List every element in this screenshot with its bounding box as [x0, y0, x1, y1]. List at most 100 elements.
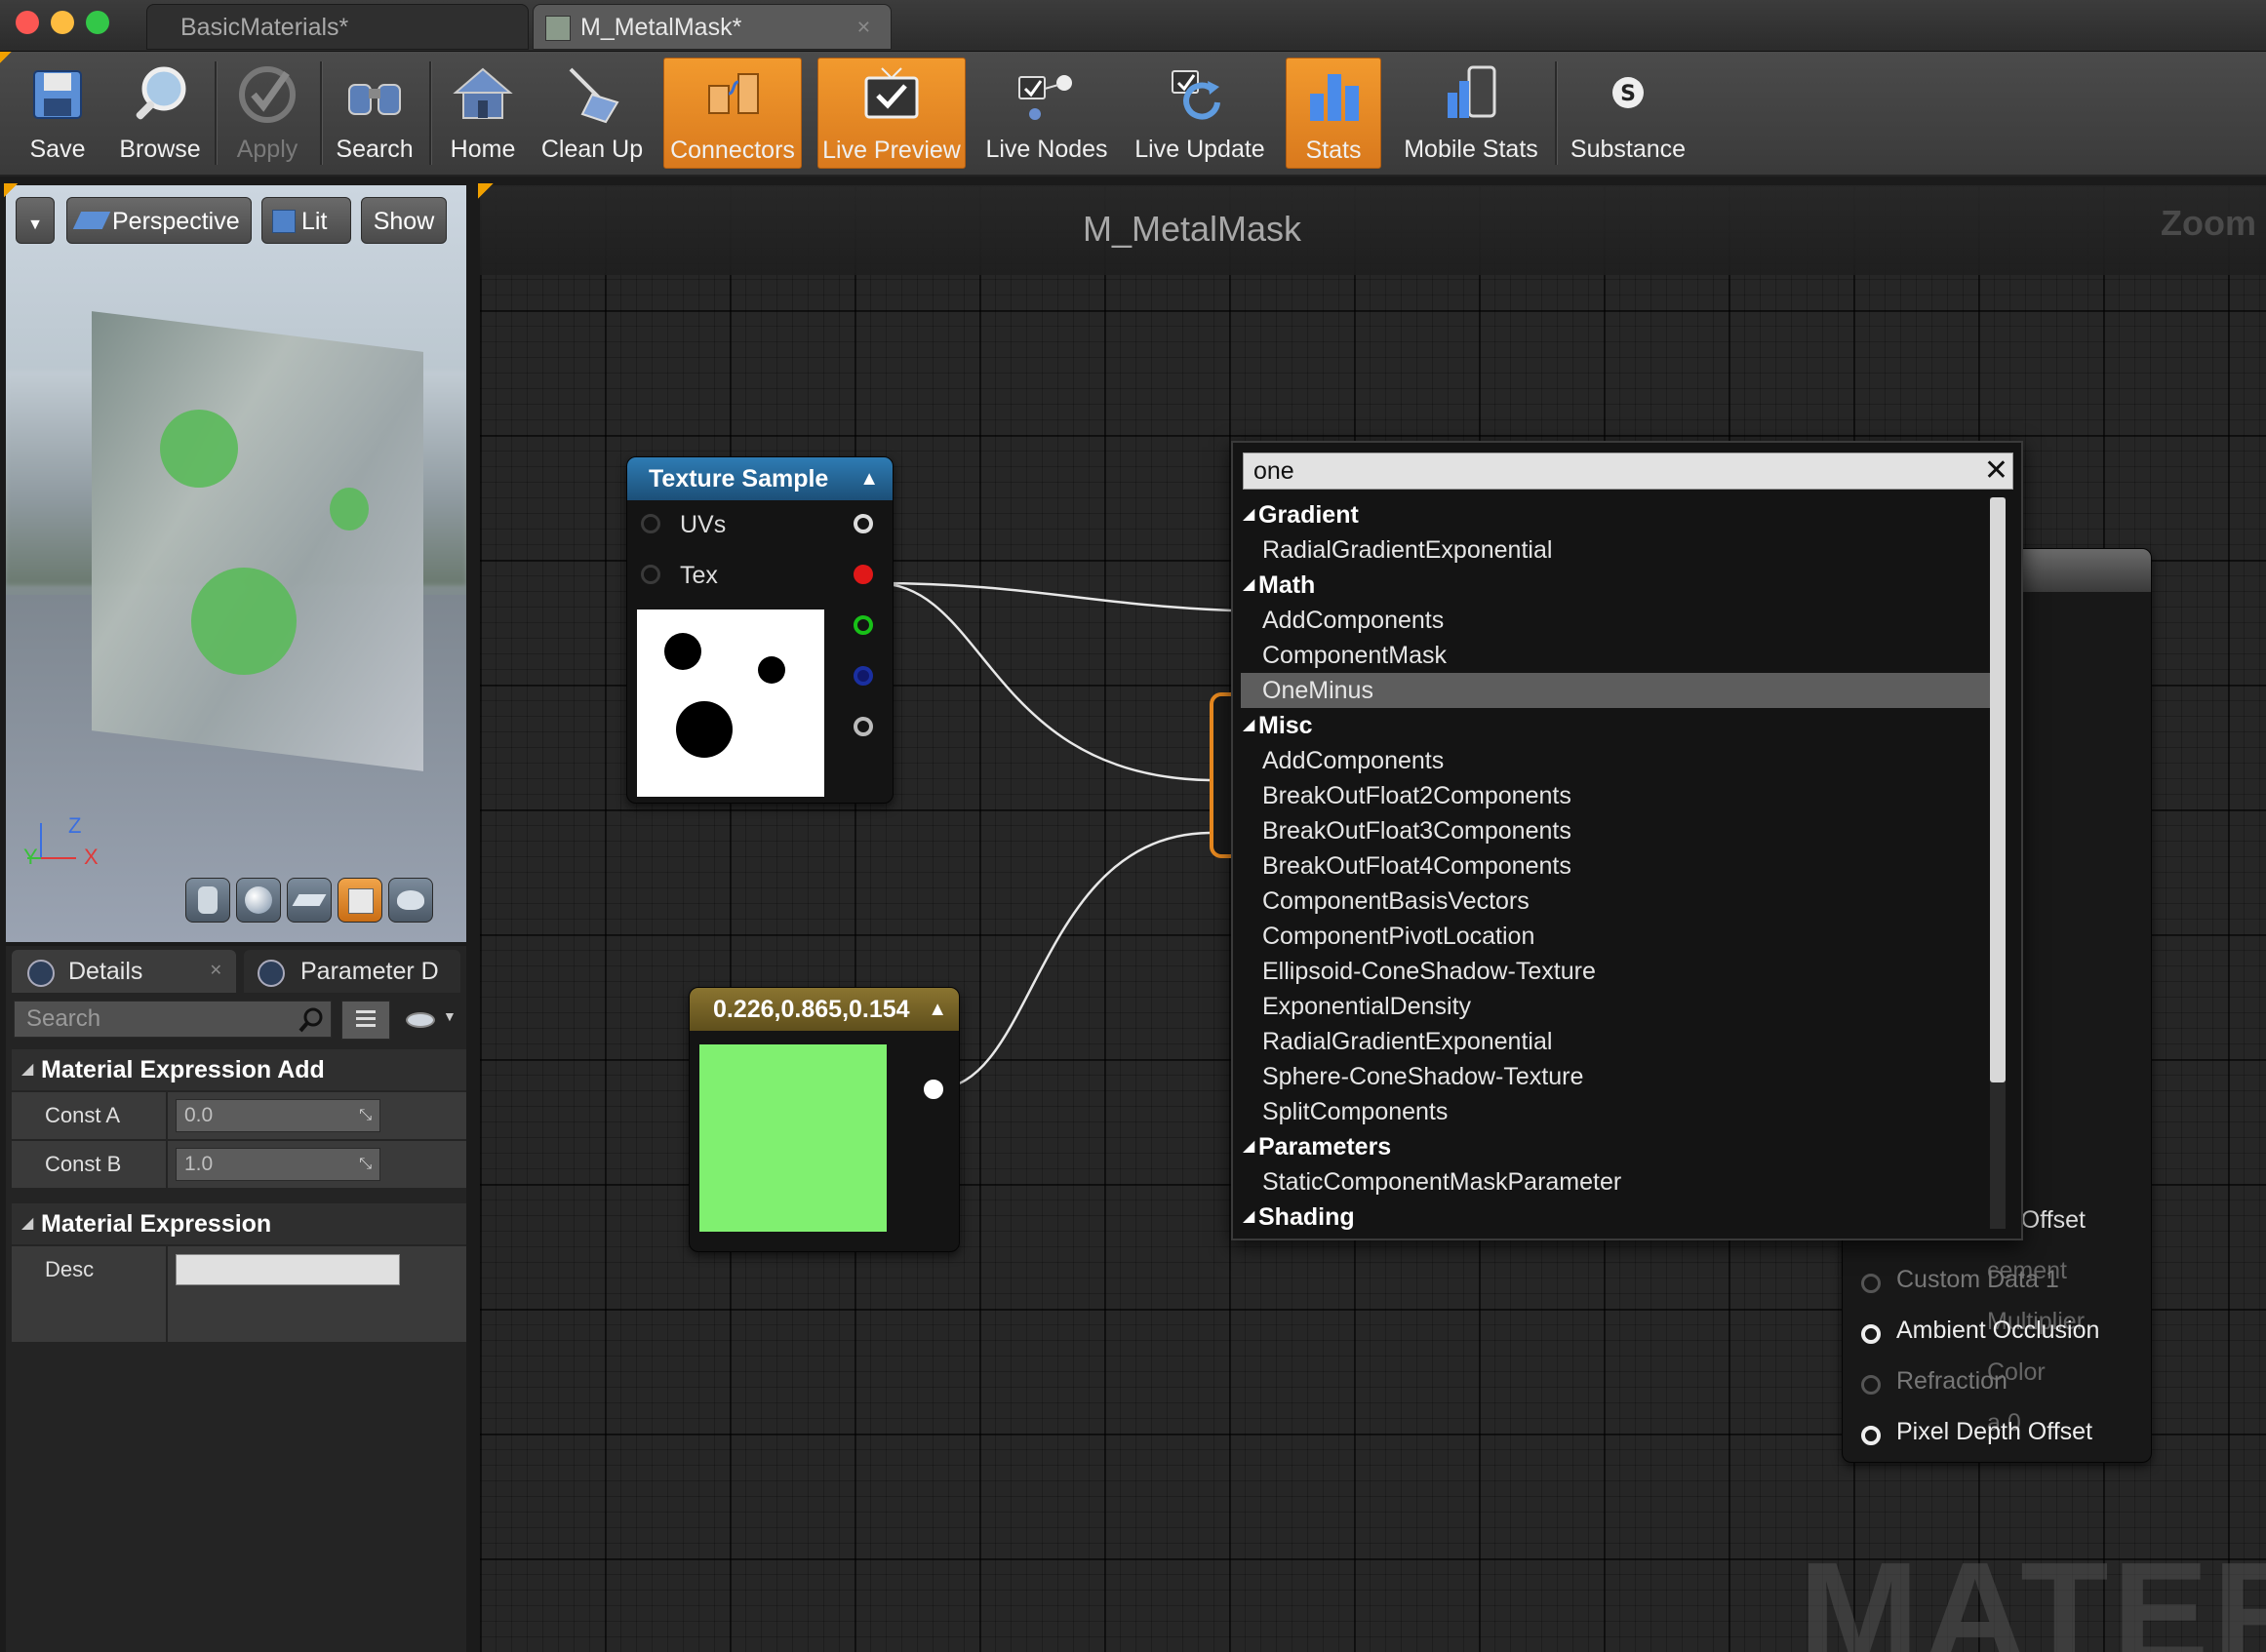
section-material-expression[interactable]: ◢ Material Expression	[12, 1203, 466, 1244]
search-category[interactable]: ◢ Parameters	[1241, 1129, 1992, 1164]
search-result-item[interactable]: RadialGradientExponential	[1241, 532, 1992, 568]
drag-arrow-icon[interactable]: ⤡	[359, 1149, 372, 1180]
column-divider	[166, 1246, 168, 1342]
axis-y-label: Y	[23, 845, 38, 869]
preview-teapot-button[interactable]	[388, 878, 433, 923]
search-result-item[interactable]: ComponentBasisVectors	[1241, 884, 1992, 919]
save-button[interactable]: Save	[14, 58, 101, 169]
show-button[interactable]: Show	[361, 197, 447, 244]
search-result-item[interactable]: Ellipsoid-ConeShadow-Texture	[1241, 954, 1992, 989]
tab-m-metalmask[interactable]: M_MetalMask* ✕	[533, 4, 892, 50]
preview-sphere-button[interactable]	[236, 878, 281, 923]
clean-up-button[interactable]: Clean Up	[538, 58, 646, 169]
ambient-occlusion-pin[interactable]	[1861, 1324, 1881, 1344]
search-result-item[interactable]: ComponentPivotLocation	[1241, 919, 1992, 954]
search-result-item[interactable]: AddComponents	[1241, 743, 1992, 778]
property-row-desc: Desc	[12, 1246, 466, 1342]
const-a-input[interactable]: 0.0 ⤡	[176, 1099, 380, 1132]
search-result-item[interactable]: ComponentMask	[1241, 638, 1992, 673]
close-window-button[interactable]	[16, 11, 39, 34]
pixel-depth-offset-pin[interactable]	[1861, 1426, 1881, 1445]
visibility-dropdown[interactable]: ▼	[400, 1001, 462, 1040]
search-result-item[interactable]: BreakOutFloat2Components	[1241, 778, 1992, 813]
perspective-button[interactable]: Perspective	[66, 197, 252, 244]
toolbar-corner-accent	[0, 52, 12, 63]
section-material-expression-add[interactable]: ◢ Material Expression Add	[12, 1049, 466, 1090]
node-search-input[interactable]: one ✕	[1243, 452, 2013, 490]
search-category[interactable]: ◢ Misc	[1241, 708, 1992, 743]
uvs-input-pin[interactable]	[641, 514, 660, 533]
search-result-item[interactable]: Sphere-ConeShadow-Texture	[1241, 1059, 1992, 1094]
rgb-output-pin[interactable]	[854, 514, 873, 533]
search-result-item[interactable]: StaticComponentMaskParameter	[1241, 1164, 1992, 1200]
preview-viewport[interactable]: ▼ Perspective Lit Show Z Y X	[6, 185, 466, 942]
search-button[interactable]: Search	[330, 58, 419, 169]
preview-cube-button[interactable]	[338, 878, 382, 923]
checkmark-icon	[239, 66, 296, 123]
search-category[interactable]: ◢ Shading	[1241, 1200, 1992, 1235]
g-output-pin[interactable]	[854, 615, 873, 635]
search-result-item[interactable]: BreakOutFloat3Components	[1241, 813, 1992, 848]
apply-button[interactable]: Apply	[224, 58, 310, 169]
lit-button[interactable]: Lit	[261, 197, 351, 244]
output-pin[interactable]	[924, 1080, 943, 1099]
close-tab-icon[interactable]: ✕	[856, 5, 871, 51]
a-output-pin[interactable]	[854, 717, 873, 736]
mobile-stats-button[interactable]: Mobile Stats	[1399, 58, 1543, 169]
home-button[interactable]: Home	[439, 58, 527, 169]
refraction-pin[interactable]	[1861, 1375, 1881, 1395]
search-result-item[interactable]: ExponentialDensity	[1241, 989, 1992, 1024]
search-category[interactable]: ◢ Gradient	[1241, 497, 1992, 532]
minimize-window-button[interactable]	[51, 11, 74, 34]
stats-button[interactable]: Stats	[1286, 58, 1381, 169]
texture-sample-node[interactable]: Texture Sample ▲ UVs Tex	[626, 456, 894, 804]
tex-input-pin[interactable]	[641, 565, 660, 584]
scrollbar-thumb[interactable]	[1990, 497, 2006, 1082]
substance-button[interactable]: S Substance	[1565, 58, 1691, 169]
eye-icon	[406, 1012, 435, 1028]
live-preview-button[interactable]: Live Preview	[817, 58, 966, 169]
node-header[interactable]: Texture Sample ▲	[627, 457, 893, 500]
preview-cylinder-button[interactable]	[185, 878, 230, 923]
constant3vector-node[interactable]: 0.226,0.865,0.154 ▲	[689, 987, 960, 1252]
bar-chart-icon	[1310, 74, 1359, 121]
save-icon	[33, 70, 82, 119]
live-nodes-button[interactable]: Live Nodes	[979, 58, 1114, 169]
search-result-item[interactable]: SplitComponents	[1241, 1094, 1992, 1129]
connectors-button[interactable]: Connectors	[663, 58, 802, 169]
grid-view-button[interactable]	[341, 1001, 390, 1040]
tab-details[interactable]: Details ✕	[12, 950, 236, 993]
r-output-pin[interactable]	[854, 565, 873, 584]
tab-parameter-defaults[interactable]: Parameter D	[244, 950, 460, 993]
perspective-icon	[72, 212, 111, 229]
collapse-arrow-icon: ◢	[1243, 1208, 1255, 1225]
live-update-button[interactable]: Live Update	[1132, 58, 1268, 169]
node-search-popup[interactable]: one ✕ ◢ Gradient RadialGradientExponential…	[1231, 441, 2023, 1240]
collapse-arrow-icon[interactable]: ▲	[928, 988, 947, 1031]
collapse-arrow-icon[interactable]: ▲	[859, 457, 879, 500]
drag-arrow-icon[interactable]: ⤡	[359, 1100, 372, 1131]
maximize-window-button[interactable]	[86, 11, 109, 34]
viewport-options-dropdown[interactable]: ▼	[16, 197, 55, 244]
node-header[interactable]: 0.226,0.865,0.154 ▲	[690, 988, 959, 1031]
preview-plane-button[interactable]	[287, 878, 332, 923]
search-result-item[interactable]: BreakOutFloat4Components	[1241, 848, 1992, 884]
toolbar: Save Browse Apply Search Home Clean Up C…	[0, 52, 2266, 177]
texture-thumbnail	[637, 610, 824, 797]
b-output-pin[interactable]	[854, 666, 873, 686]
search-result-item[interactable]: OneMinus	[1241, 673, 1992, 708]
collapse-arrow-icon: ◢	[1243, 506, 1255, 523]
details-search-input[interactable]: Search	[14, 1001, 332, 1038]
tab-basicmaterials[interactable]: BasicMaterials*	[146, 4, 529, 50]
graph-corner-accent	[478, 183, 494, 199]
search-result-item[interactable]: RadialGradientExponential	[1241, 1024, 1992, 1059]
close-tab-icon[interactable]: ✕	[210, 950, 222, 993]
desc-input[interactable]	[176, 1254, 400, 1285]
const-b-input[interactable]: 1.0 ⤡	[176, 1148, 380, 1181]
search-category[interactable]: ◢ Math	[1241, 568, 1992, 603]
search-result-item[interactable]: AddComponents	[1241, 603, 1992, 638]
property-row-const-b: Const B 1.0 ⤡	[12, 1141, 466, 1188]
clear-search-icon[interactable]: ✕	[1984, 453, 2008, 489]
custom-data-1-pin[interactable]	[1861, 1274, 1881, 1293]
browse-button[interactable]: Browse	[115, 58, 205, 169]
